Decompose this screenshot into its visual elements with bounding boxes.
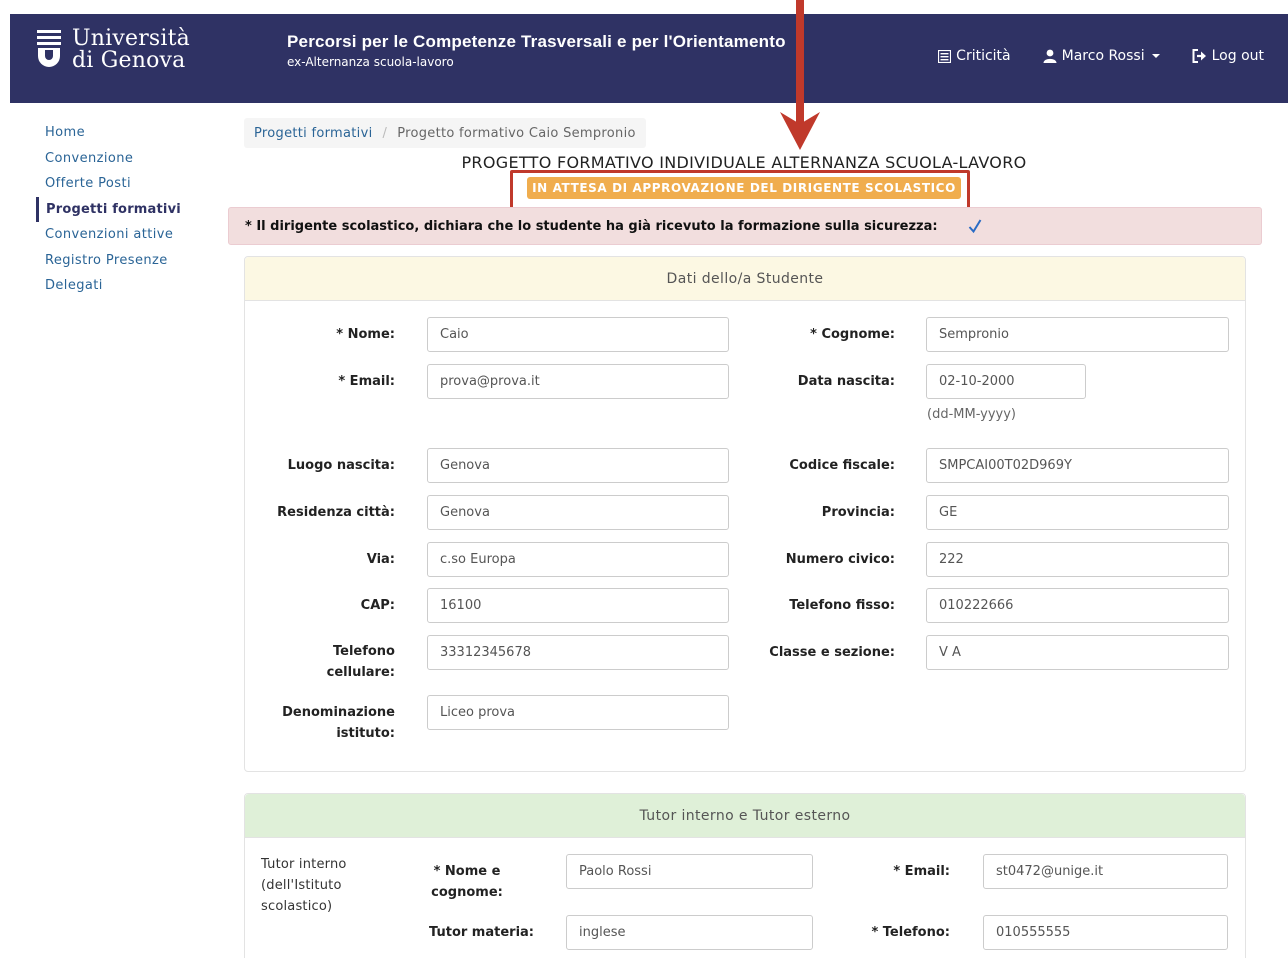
email-input[interactable] — [427, 364, 729, 399]
sidebar-item-registro-presenze[interactable]: Registro Presenze — [36, 248, 206, 274]
label-luogo-nascita: Luogo nascita: — [287, 458, 395, 473]
breadcrumb-current: Progetto formativo Caio Sempronio — [397, 125, 636, 141]
provincia-input[interactable] — [926, 495, 1229, 530]
checkmark-icon[interactable] — [968, 218, 982, 234]
user-icon — [1043, 49, 1057, 63]
istituto-input[interactable] — [427, 695, 729, 730]
label-istituto: Denominazione istituto: — [250, 702, 395, 744]
label-data-nascita: Data nascita: — [797, 374, 895, 389]
label-tutor-email: * Email: — [893, 864, 950, 879]
label-cap: CAP: — [360, 598, 395, 613]
tutor-interno-section-label: Tutor interno (dell'Istituto scolastico) — [261, 854, 347, 917]
safety-alert-text: * Il dirigente scolastico, dichiara che … — [245, 218, 938, 234]
tutor-email-input[interactable] — [983, 854, 1228, 889]
sidebar-item-offerte-posti[interactable]: Offerte Posti — [36, 171, 206, 197]
label-email: * Email: — [338, 374, 395, 389]
label-numero-civico: Numero civico: — [785, 552, 895, 567]
via-input[interactable] — [427, 542, 729, 577]
numero-civico-input[interactable] — [926, 542, 1229, 577]
app-title: Percorsi per le Competenze Trasversali e… — [287, 32, 786, 51]
sidebar-item-convenzioni-attive[interactable]: Convenzioni attive — [36, 222, 206, 248]
university-logo-icon — [37, 30, 61, 67]
safety-alert: * Il dirigente scolastico, dichiara che … — [228, 207, 1262, 245]
tutor-section-label-l2: (dell'Istituto — [261, 878, 342, 893]
codice-fiscale-input[interactable] — [926, 448, 1229, 483]
tutor-materia-input[interactable] — [566, 915, 813, 950]
list-icon — [938, 49, 952, 63]
tutor-telefono-input[interactable] — [983, 915, 1228, 950]
app-subtitle: ex-Alternanza scuola-lavoro — [287, 55, 454, 69]
tutor-section-label-l3: scolastico) — [261, 899, 333, 914]
student-panel-heading: Dati dello/a Studente — [245, 257, 1245, 301]
logout-icon — [1192, 49, 1206, 63]
label-tutor-nome: * Nome e cognome: — [400, 861, 534, 903]
brand[interactable]: Università di Genova — [36, 28, 190, 74]
tutor-panel-heading: Tutor interno e Tutor esterno — [245, 794, 1245, 838]
classe-input[interactable] — [926, 635, 1229, 670]
label-codice-fiscale: Codice fiscale: — [789, 458, 895, 473]
user-menu[interactable]: Marco Rossi — [1043, 48, 1160, 64]
brand-line-2: di Genova — [72, 48, 186, 73]
brand-text: Università di Genova — [72, 28, 190, 72]
breadcrumb-link-progetti[interactable]: Progetti formativi — [254, 126, 373, 141]
cap-input[interactable] — [427, 588, 729, 623]
label-tutor-telefono: * Telefono: — [871, 925, 950, 940]
sidebar-item-delegati[interactable]: Delegati — [36, 273, 206, 299]
label-istituto-l2: istituto: — [336, 726, 395, 741]
tutor-nome-input[interactable] — [566, 854, 813, 889]
top-navbar: Università di Genova Percorsi per le Com… — [10, 14, 1288, 103]
sidebar: Home Convenzione Offerte Posti Progetti … — [36, 120, 206, 299]
label-telefono-cellulare-l1: Telefono — [332, 644, 395, 659]
chevron-down-icon — [1151, 54, 1160, 58]
residenza-input[interactable] — [427, 495, 729, 530]
telefono-cellulare-input[interactable] — [427, 635, 729, 670]
breadcrumb-separator: / — [382, 125, 388, 141]
label-provincia: Provincia: — [821, 505, 895, 520]
logout-link[interactable]: Log out — [1192, 48, 1264, 64]
luogo-nascita-input[interactable] — [427, 448, 729, 483]
label-istituto-l1: Denominazione — [282, 705, 395, 720]
label-tutor-materia: Tutor materia: — [429, 925, 534, 940]
criticita-label: Criticità — [956, 48, 1011, 64]
criticita-link[interactable]: Criticità — [938, 48, 1011, 64]
label-telefono-cellulare-l2: cellulare: — [326, 665, 395, 680]
annotation-arrow-icon — [780, 0, 820, 150]
label-tutor-nome-l2: cognome: — [431, 885, 503, 900]
label-tutor-nome-l1: * Nome e — [433, 864, 501, 879]
brand-line-1: Università — [72, 26, 190, 51]
label-via: Via: — [366, 552, 395, 567]
label-classe: Classe e sezione: — [769, 645, 895, 660]
telefono-fisso-input[interactable] — [926, 588, 1229, 623]
user-name: Marco Rossi — [1061, 48, 1145, 64]
data-nascita-input[interactable] — [926, 364, 1086, 399]
date-format-hint: (dd-MM-yyyy) — [927, 407, 1017, 422]
nome-input[interactable] — [427, 317, 729, 352]
sidebar-item-home[interactable]: Home — [36, 120, 206, 146]
label-cognome: * Cognome: — [810, 327, 895, 342]
sidebar-item-convenzione[interactable]: Convenzione — [36, 146, 206, 172]
label-nome: * Nome: — [336, 327, 395, 342]
navbar-right: Criticità Marco Rossi Log out — [906, 48, 1264, 64]
label-telefono-cellulare: Telefono cellulare: — [250, 641, 395, 683]
label-residenza: Residenza città: — [277, 505, 395, 520]
logout-label: Log out — [1211, 48, 1264, 64]
breadcrumb: Progetti formativi / Progetto formativo … — [244, 118, 646, 148]
sidebar-item-progetti-formativi[interactable]: Progetti formativi — [36, 196, 206, 222]
cognome-input[interactable] — [926, 317, 1229, 352]
tutor-section-label-l1: Tutor interno — [261, 857, 347, 872]
label-telefono-fisso: Telefono fisso: — [789, 598, 895, 613]
status-badge: IN ATTESA DI APPROVAZIONE DEL DIRIGENTE … — [527, 177, 961, 199]
